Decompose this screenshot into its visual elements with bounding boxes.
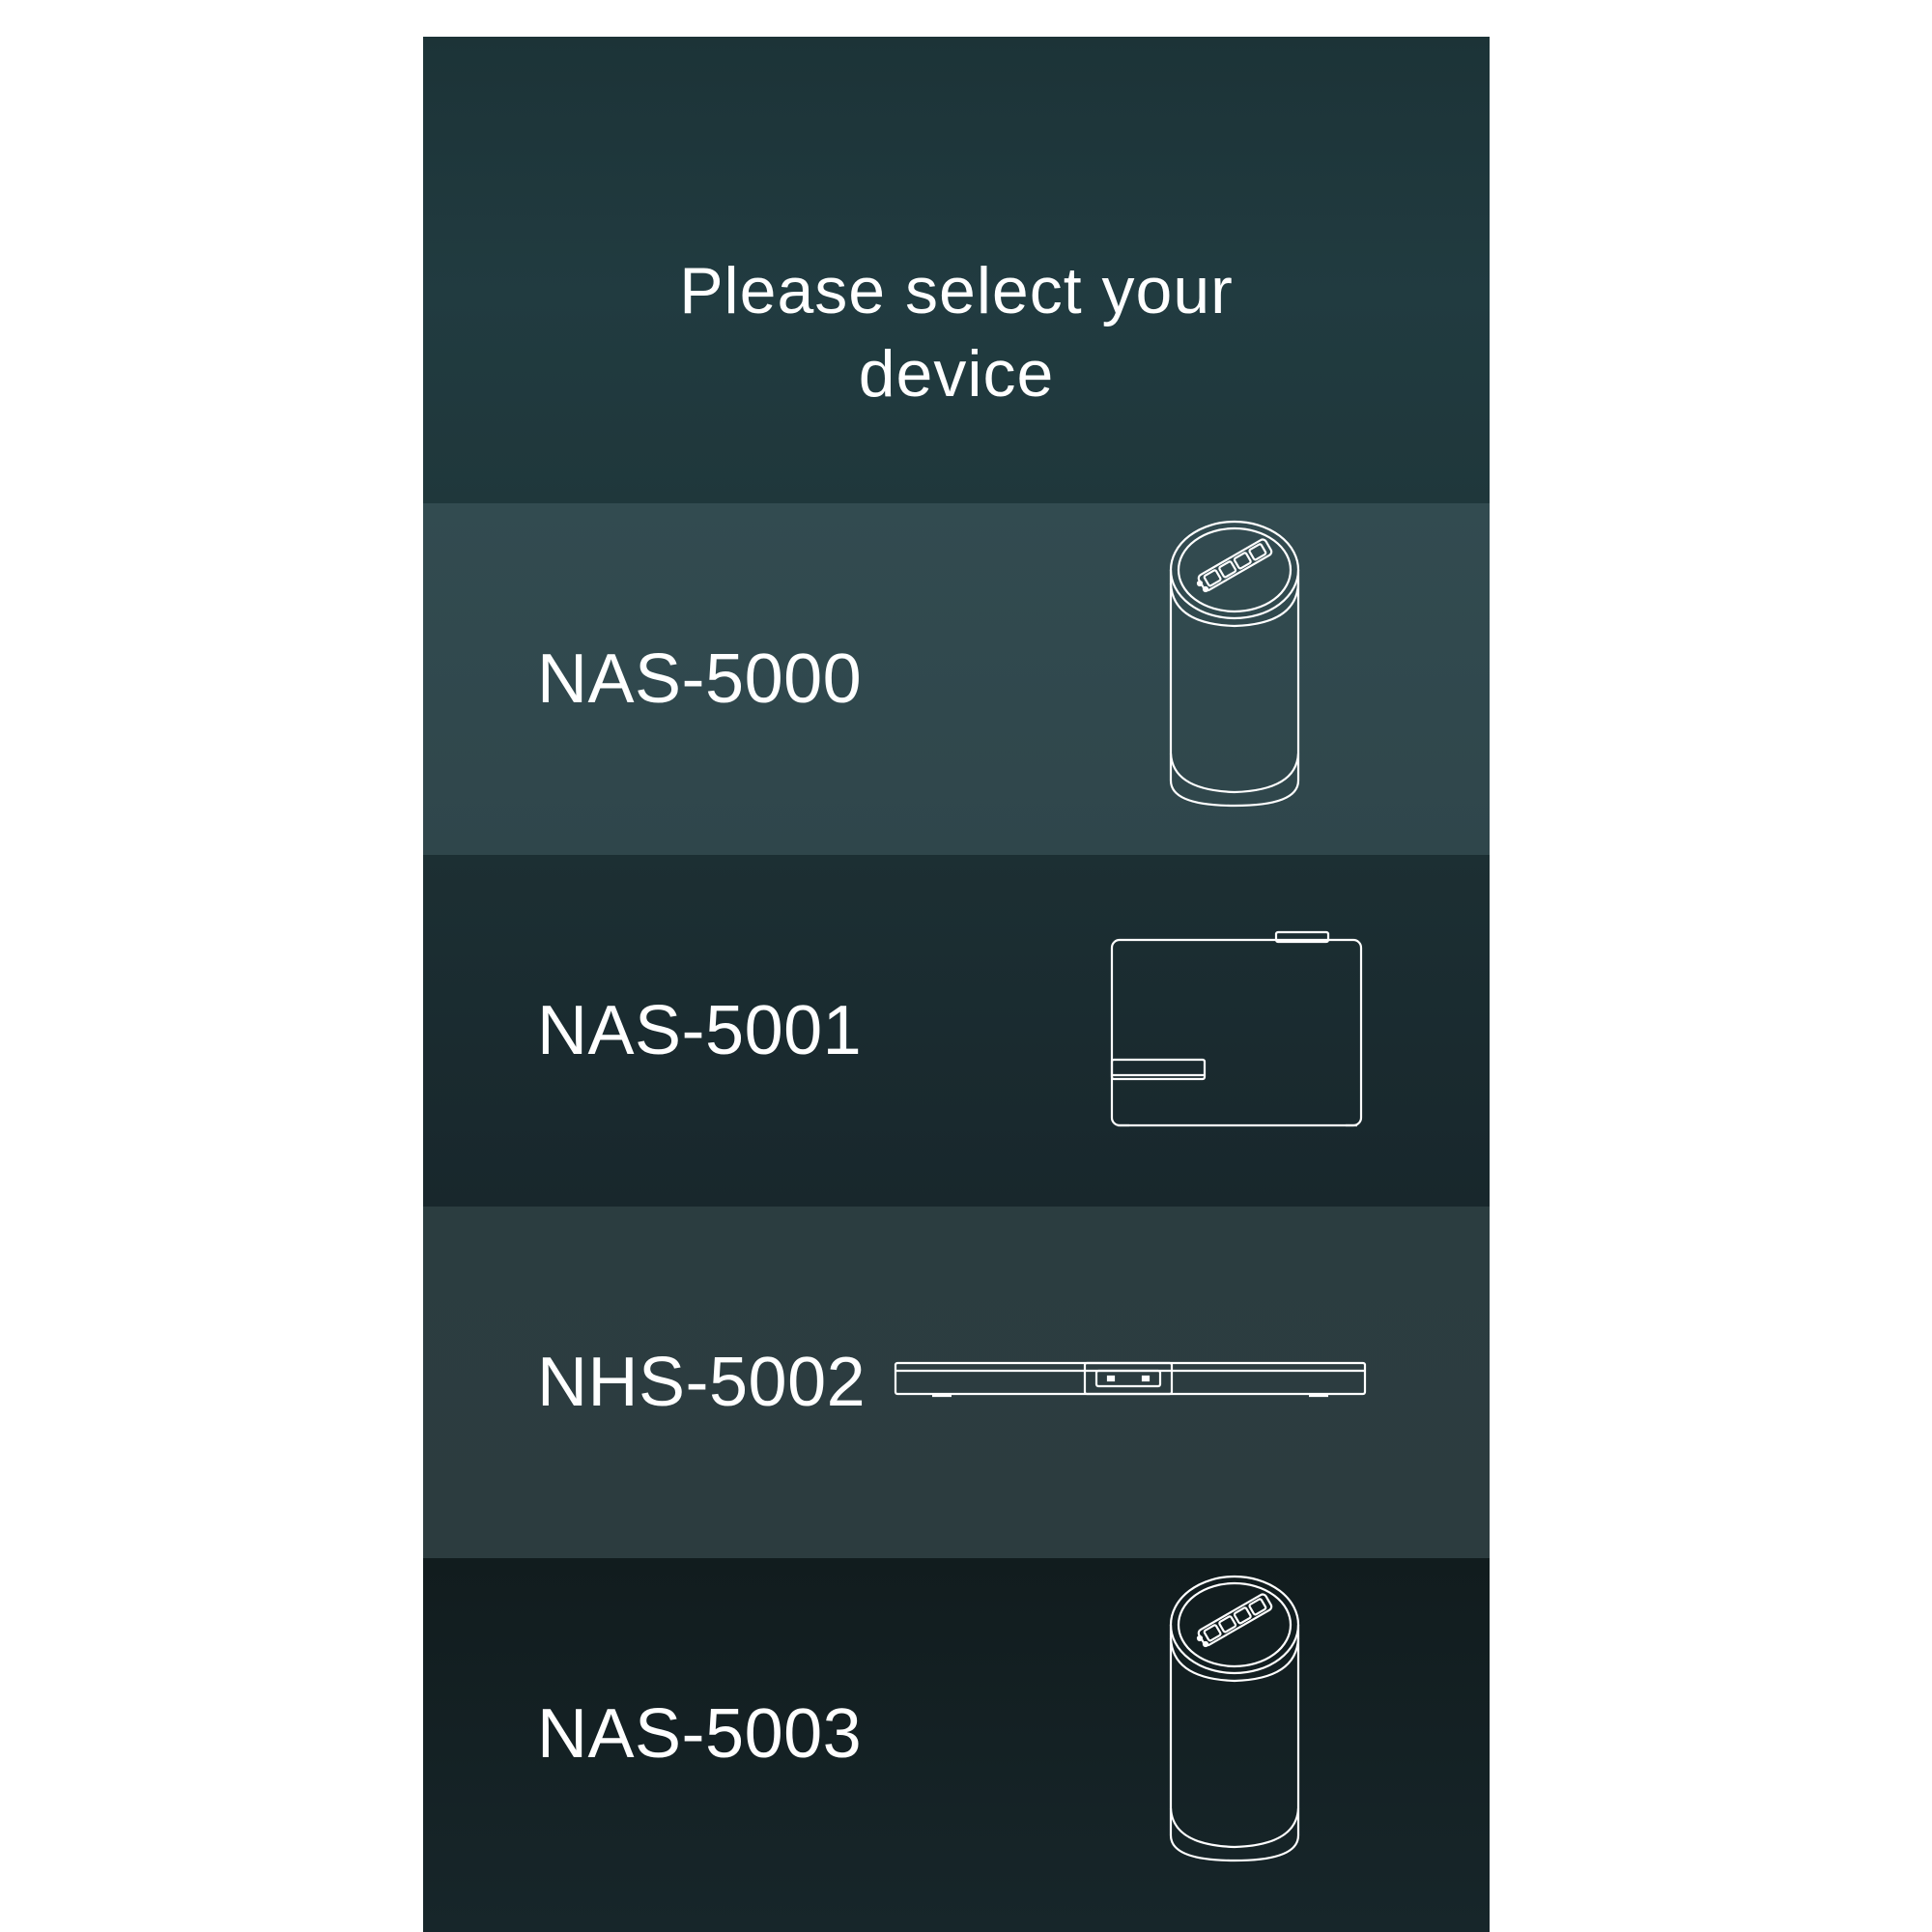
cylinder-nas-device-icon — [1167, 1575, 1302, 1862]
box-nas-device-icon — [1110, 930, 1365, 1129]
flat-bar-device-icon — [894, 1359, 1367, 1398]
page-title-line-2: device — [858, 337, 1055, 411]
device-label: NAS-5001 — [537, 992, 863, 1069]
device-label: NAS-5000 — [537, 640, 863, 718]
device-item-nas-5001[interactable]: NAS-5001 — [423, 855, 1490, 1207]
device-item-nas-5000[interactable]: NAS-5000 — [423, 503, 1490, 855]
device-item-nas-5003[interactable]: NAS-5003 — [423, 1558, 1490, 1932]
header: Please select your device — [423, 37, 1490, 503]
device-label: NHS-5002 — [537, 1344, 867, 1421]
device-selection-screen: Please select your device NAS-5000 NAS-5… — [423, 37, 1490, 1932]
device-label: NAS-5003 — [537, 1695, 863, 1773]
page-title-line-1: Please select your — [679, 254, 1234, 327]
device-item-nhs-5002[interactable]: NHS-5002 — [423, 1207, 1490, 1558]
page-title: Please select your device — [423, 249, 1490, 415]
cylinder-nas-device-icon — [1167, 520, 1302, 808]
